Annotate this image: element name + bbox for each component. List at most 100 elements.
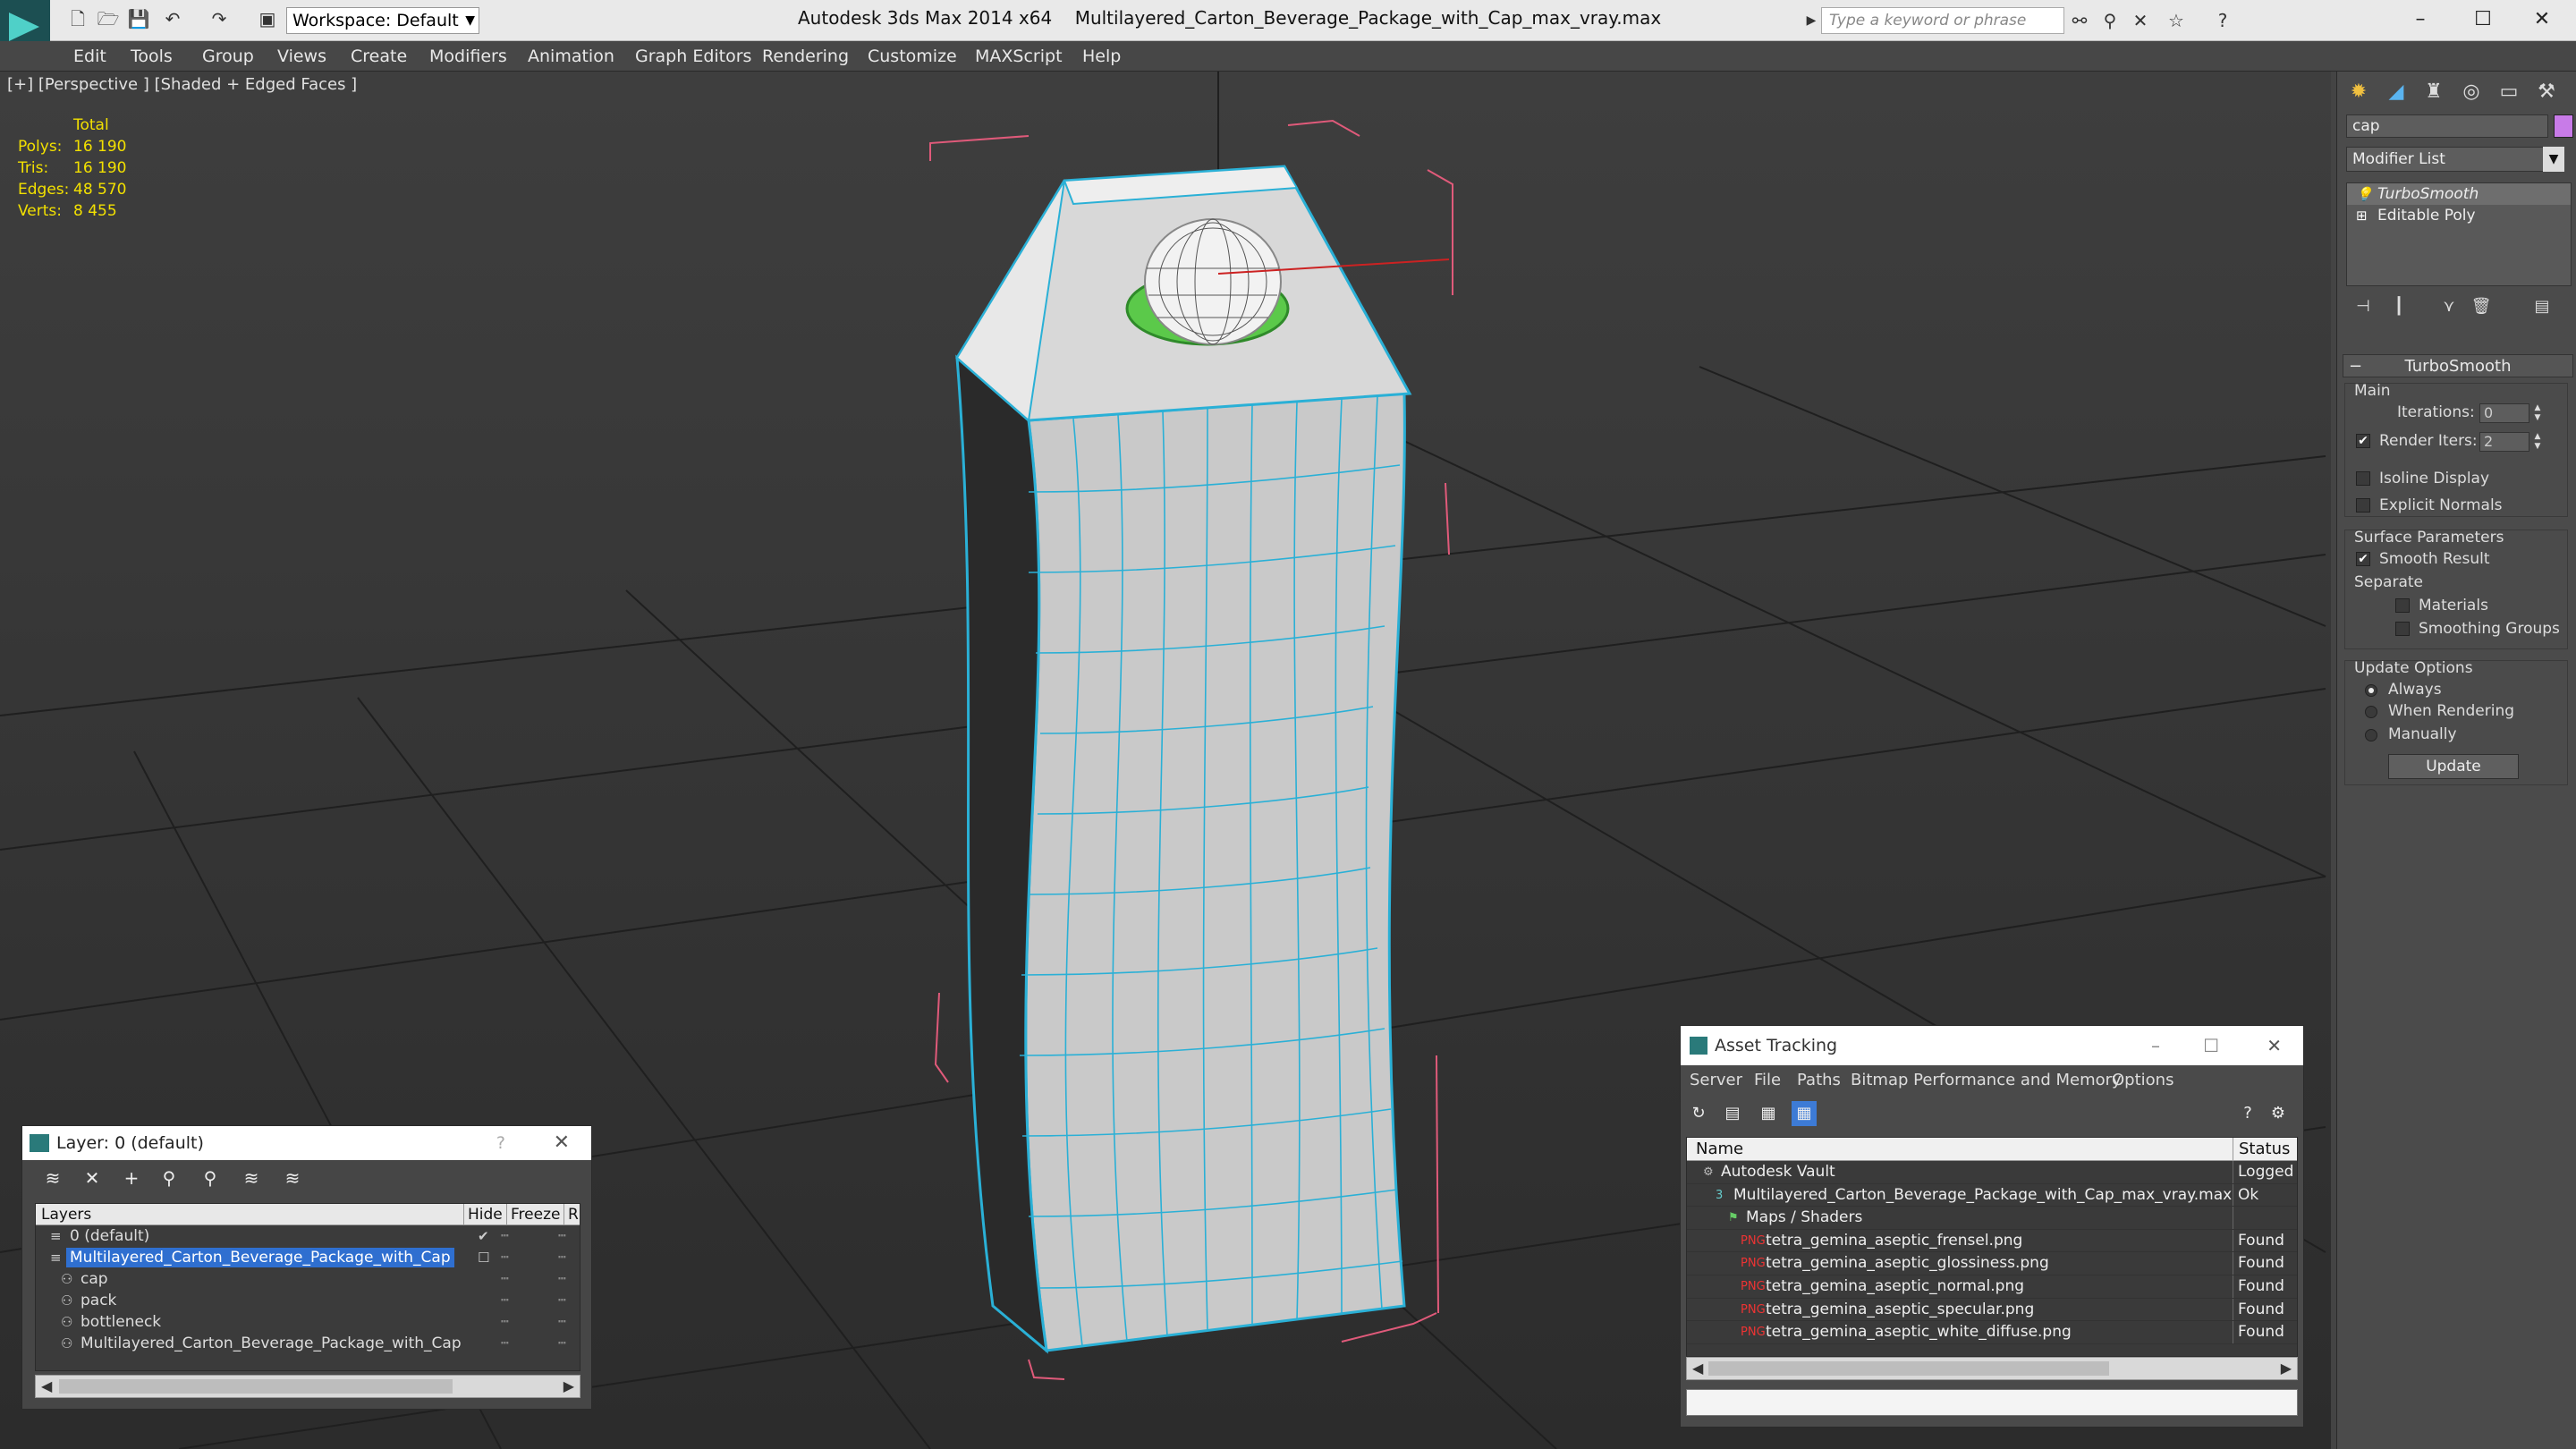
set-current-layer-icon[interactable]: ☐ — [478, 1247, 489, 1268]
menu-maxscript[interactable]: MAXScript — [975, 41, 1063, 72]
list-view-icon[interactable]: ▤ — [1720, 1101, 1745, 1126]
favorites-star-icon[interactable]: ☆ — [2165, 9, 2188, 32]
select-objects-icon[interactable]: ⚲ — [157, 1165, 182, 1191]
redo-icon[interactable]: ↷ — [208, 7, 231, 30]
vault-help-icon[interactable]: ? — [2235, 1101, 2260, 1126]
asset-dialog-titlebar[interactable]: Asset Tracking – ☐ ✕ — [1681, 1026, 2303, 1065]
scroll-left-icon[interactable]: ◀ — [1692, 1358, 1703, 1379]
menu-customize[interactable]: Customize — [868, 41, 957, 72]
motion-tab-icon[interactable]: ◎ — [2455, 77, 2487, 107]
viewport-label[interactable]: [+] [Perspective ] [Shaded + Edged Faces… — [7, 75, 357, 94]
minimize-icon[interactable]: – — [2151, 1026, 2160, 1065]
scroll-right-icon[interactable]: ▶ — [564, 1376, 574, 1397]
close-icon[interactable]: ✕ — [2267, 1026, 2282, 1065]
menu-edit[interactable]: Edit — [73, 41, 106, 72]
object-name-field[interactable]: cap — [2346, 114, 2548, 138]
scroll-right-icon[interactable]: ▶ — [2281, 1358, 2292, 1379]
asset-menu-file[interactable]: File — [1754, 1065, 1781, 1096]
col-layers[interactable]: Layers — [41, 1204, 91, 1225]
new-file-icon[interactable]: 🗋 — [66, 7, 89, 30]
layer-row[interactable]: ≡ Multilayered_Carton_Beverage_Package_wi… — [36, 1247, 580, 1268]
rollout-header[interactable]: − TurboSmooth — [2343, 354, 2573, 377]
spinner-arrows-icon[interactable]: ▲ ▼ — [2531, 432, 2544, 452]
scroll-left-icon[interactable]: ◀ — [41, 1376, 52, 1397]
expand-icon[interactable]: ⊞ — [2356, 205, 2368, 226]
highlight-layers-icon[interactable]: ⚲ — [198, 1165, 223, 1191]
utilities-tab-icon[interactable]: ⚒ — [2530, 77, 2563, 107]
scroll-thumb[interactable] — [1708, 1361, 2109, 1376]
delete-layer-icon[interactable]: ✕ — [80, 1165, 105, 1191]
display-tab-icon[interactable]: ▭ — [2493, 77, 2525, 107]
layer-row[interactable]: ⚇ pack ┅ ┅ — [36, 1290, 580, 1311]
menu-modifiers[interactable]: Modifiers — [429, 41, 507, 72]
menu-rendering[interactable]: Rendering — [762, 41, 849, 72]
iterations-spinner[interactable]: 0 — [2479, 403, 2529, 423]
explicit-normals-checkbox[interactable] — [2356, 498, 2370, 513]
tools-icon[interactable]: ✕ — [2129, 9, 2152, 32]
undo-icon[interactable]: ↶ — [161, 7, 184, 30]
when-rendering-radio[interactable] — [2365, 706, 2377, 718]
expand-search-icon[interactable]: ▶ — [1800, 9, 1823, 32]
save-file-icon[interactable]: 💾 — [127, 7, 150, 30]
refresh-icon[interactable]: ↻ — [1686, 1101, 1711, 1126]
asset-row[interactable]: 3 Multilayered_Carton_Beverage_Package_wi… — [1687, 1183, 2297, 1208]
project-folder-icon[interactable]: ▣ — [256, 7, 279, 30]
layer-horizontal-scrollbar[interactable]: ◀ ▶ — [35, 1375, 580, 1398]
asset-horizontal-scrollbar[interactable]: ◀ ▶ — [1686, 1357, 2298, 1380]
col-status[interactable]: Status — [2233, 1138, 2290, 1161]
close-icon[interactable]: ✕ — [554, 1126, 570, 1160]
menu-animation[interactable]: Animation — [528, 41, 614, 72]
hide-all-icon[interactable]: ≋ — [239, 1165, 264, 1191]
maximize-icon[interactable]: ☐ — [2203, 1026, 2219, 1065]
help-icon[interactable]: ? — [2211, 9, 2234, 32]
modify-tab-icon[interactable]: ◢ — [2380, 77, 2412, 107]
detail-view-icon[interactable]: ▦ — [1756, 1101, 1781, 1126]
hide-toggle[interactable]: ┅ — [501, 1333, 508, 1354]
menu-tools[interactable]: Tools — [131, 41, 173, 72]
vault-settings-icon[interactable]: ⚙ — [2266, 1101, 2291, 1126]
add-to-layer-icon[interactable]: + — [119, 1165, 144, 1191]
col-name[interactable]: Name — [1696, 1138, 1743, 1161]
modifier-list-dropdown[interactable]: Modifier List ▼ — [2346, 147, 2564, 172]
show-end-result-icon[interactable]: ┃ — [2385, 295, 2412, 318]
update-button[interactable]: Update — [2388, 754, 2519, 779]
asset-path-input[interactable] — [1686, 1389, 2298, 1416]
stack-item-turbosmooth[interactable]: 💡 TurboSmooth — [2347, 183, 2571, 205]
stack-item-editable-poly[interactable]: ⊞ Editable Poly — [2347, 205, 2571, 226]
asset-menu-options[interactable]: Options — [2112, 1065, 2174, 1096]
asset-menu-bitmap-performance[interactable]: Bitmap Performance and Memory — [1851, 1065, 2122, 1096]
layer-row[interactable]: ⚇ cap ┅ ┅ — [36, 1268, 580, 1290]
col-render[interactable]: R — [564, 1204, 579, 1225]
scroll-thumb[interactable] — [59, 1379, 453, 1394]
smoothing-groups-checkbox[interactable] — [2395, 622, 2410, 636]
render-iters-spinner[interactable]: 2 — [2479, 432, 2529, 452]
remove-modifier-icon[interactable]: 🗑 — [2468, 295, 2495, 318]
configure-sets-icon[interactable]: ▤ — [2529, 295, 2555, 318]
create-layer-icon[interactable]: ≋ — [40, 1165, 65, 1191]
pin-stack-icon[interactable]: ⊣ — [2350, 295, 2377, 318]
asset-row[interactable]: PNG tetra_gemina_aseptic_glossiness.png Fo… — [1687, 1252, 2297, 1275]
asset-row[interactable]: ⚑ Maps / Shaders — [1687, 1207, 2297, 1230]
hide-toggle[interactable]: ┅ — [501, 1290, 508, 1311]
isoline-display-checkbox[interactable] — [2356, 471, 2370, 486]
help-icon[interactable]: ? — [496, 1126, 505, 1160]
open-file-icon[interactable]: 🗁 — [97, 7, 120, 30]
communication-center-icon[interactable]: ⚲ — [2098, 9, 2122, 32]
search-input[interactable]: Type a keyword or phrase — [1821, 7, 2064, 34]
current-layer-check-icon[interactable]: ✔ — [478, 1225, 489, 1247]
hierarchy-tab-icon[interactable]: ♜ — [2418, 77, 2450, 107]
menu-group[interactable]: Group — [202, 41, 254, 72]
menu-create[interactable]: Create — [351, 41, 407, 72]
manually-radio[interactable] — [2365, 729, 2377, 741]
layer-row[interactable]: ≡ 0 (default) ✔ ┅ ┅ — [36, 1225, 580, 1247]
lightbulb-icon[interactable]: 💡 — [2356, 183, 2373, 205]
freeze-all-icon[interactable]: ≋ — [280, 1165, 305, 1191]
freeze-toggle[interactable]: ┅ — [558, 1290, 565, 1311]
object-color-swatch[interactable] — [2554, 114, 2573, 138]
menu-help[interactable]: Help — [1082, 41, 1121, 72]
menu-graph-editors[interactable]: Graph Editors — [635, 41, 751, 72]
create-tab-icon[interactable]: ✹ — [2343, 77, 2375, 107]
always-radio[interactable] — [2365, 684, 2377, 697]
binoculars-icon[interactable]: ⚯ — [2068, 9, 2091, 32]
freeze-toggle[interactable]: ┅ — [558, 1268, 565, 1290]
